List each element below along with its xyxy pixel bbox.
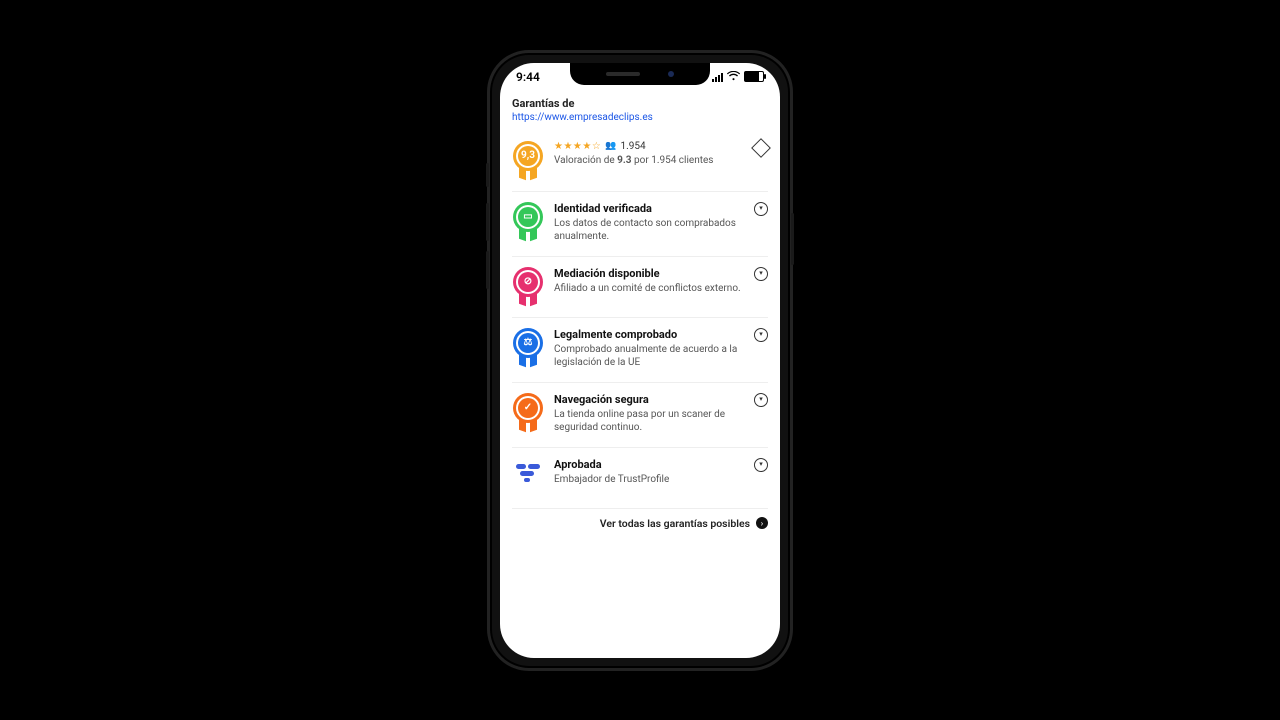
- mute-switch: [486, 163, 489, 187]
- guarantee-mediation[interactable]: ⊘ Mediación disponible Afiliado a un com…: [512, 257, 768, 318]
- status-time: 9:44: [516, 70, 540, 84]
- item-desc: Los datos de contacto son comprabados an…: [554, 217, 754, 244]
- item-desc: Afiliado a un comité de conflictos exter…: [554, 282, 754, 296]
- speaker: [606, 72, 640, 76]
- battery-icon: [744, 71, 764, 82]
- stage: 9:44 Garantías de https://www.empresadec…: [0, 0, 1280, 720]
- power-button: [791, 213, 794, 265]
- chevron-down-icon[interactable]: ▾: [754, 202, 768, 216]
- item-title: Identidad verificada: [554, 202, 754, 215]
- rating-badge-icon: 9,3: [512, 141, 544, 179]
- guarantee-rating[interactable]: 9,3 ★★★★☆ 👥 1.954 Valoración de 9.3 por …: [512, 131, 768, 192]
- header-label: Garantías de: [512, 97, 768, 110]
- trustprofile-logo-icon: [512, 458, 544, 496]
- mediation-badge-icon: ⊘: [512, 267, 544, 305]
- chevron-down-icon[interactable]: ▾: [754, 328, 768, 342]
- volume-down-button: [486, 251, 489, 289]
- legal-badge-icon: ⚖: [512, 328, 544, 366]
- stars-icon: ★★★★☆: [554, 141, 601, 152]
- item-title: Legalmente comprobado: [554, 328, 754, 341]
- safe-browsing-badge-icon: ✓: [512, 393, 544, 431]
- chevron-down-icon[interactable]: ▾: [754, 267, 768, 281]
- guarantee-approved[interactable]: Aprobada Embajador de TrustProfile ▾: [512, 448, 768, 509]
- see-all-link[interactable]: Ver todas las garantías posibles ›: [512, 509, 768, 542]
- people-icon: 👥: [605, 141, 616, 151]
- identity-badge-icon: ▭: [512, 202, 544, 240]
- header-url[interactable]: https://www.empresadeclips.es: [512, 112, 768, 123]
- item-title: Mediación disponible: [554, 267, 754, 280]
- item-title: Aprobada: [554, 458, 754, 471]
- front-camera: [668, 71, 674, 77]
- item-desc: La tienda online pasa por un scaner de s…: [554, 408, 754, 435]
- phone-frame: 9:44 Garantías de https://www.empresadec…: [487, 50, 793, 671]
- item-title: Navegación segura: [554, 393, 754, 406]
- guarantee-safe-browsing[interactable]: ✓ Navegación segura La tienda online pas…: [512, 383, 768, 448]
- phone-screen: 9:44 Garantías de https://www.empresadec…: [500, 63, 780, 658]
- status-right: [712, 71, 764, 83]
- content: Garantías de https://www.empresadeclips.…: [500, 91, 780, 542]
- volume-up-button: [486, 203, 489, 241]
- rating-desc: Valoración de 9.3 por 1.954 clientes: [554, 154, 754, 168]
- guarantee-legal[interactable]: ⚖ Legalmente comprobado Comprobado anual…: [512, 318, 768, 383]
- see-all-label: Ver todas las garantías posibles: [600, 517, 750, 530]
- chevron-down-icon[interactable]: ▾: [754, 458, 768, 472]
- item-desc: Embajador de TrustProfile: [554, 473, 754, 487]
- cellular-icon: [712, 72, 723, 82]
- chevron-right-icon: ›: [756, 517, 768, 529]
- wifi-icon: [727, 71, 740, 83]
- guarantee-identity[interactable]: ▭ Identidad verificada Los datos de cont…: [512, 192, 768, 257]
- review-count: 1.954: [621, 141, 646, 152]
- item-desc: Comprobado anualmente de acuerdo a la le…: [554, 343, 754, 370]
- chevron-down-icon[interactable]: ▾: [754, 393, 768, 407]
- notch: [570, 63, 710, 85]
